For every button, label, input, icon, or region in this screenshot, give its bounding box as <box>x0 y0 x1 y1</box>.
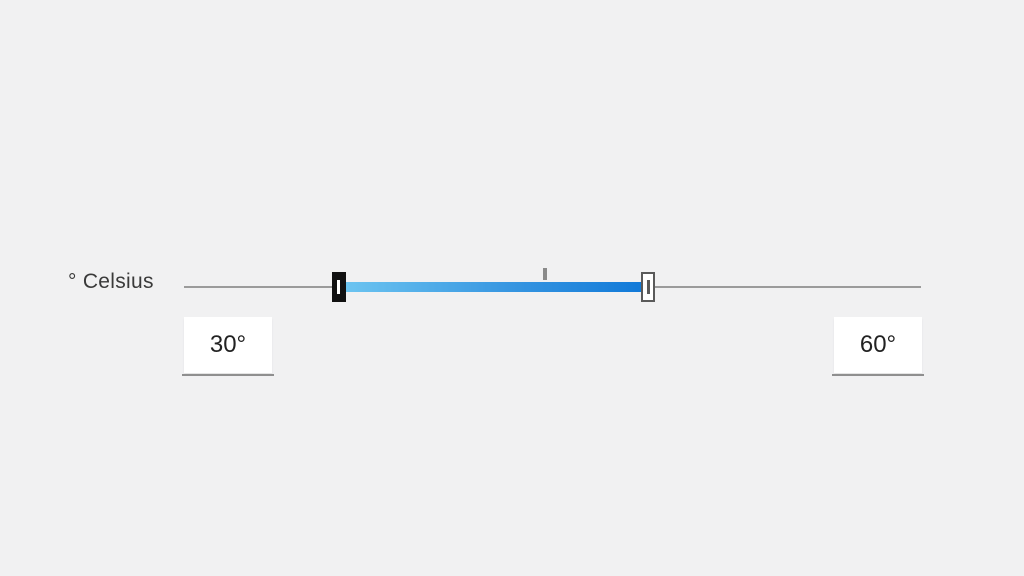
temperature-slider-stage: ° Celsius 30° 60° <box>0 0 1024 576</box>
unit-label: ° Celsius <box>68 270 154 294</box>
range-high-handle[interactable] <box>641 272 655 302</box>
range-low-handle[interactable] <box>332 272 346 302</box>
center-tick-icon <box>543 268 547 280</box>
low-value-display[interactable]: 30° <box>184 317 272 373</box>
high-value-display[interactable]: 60° <box>834 317 922 373</box>
temperature-range-slider-track[interactable] <box>184 286 921 288</box>
temperature-range-fill <box>339 282 649 292</box>
handle-notch-icon <box>337 280 340 294</box>
handle-notch-icon <box>647 280 650 294</box>
